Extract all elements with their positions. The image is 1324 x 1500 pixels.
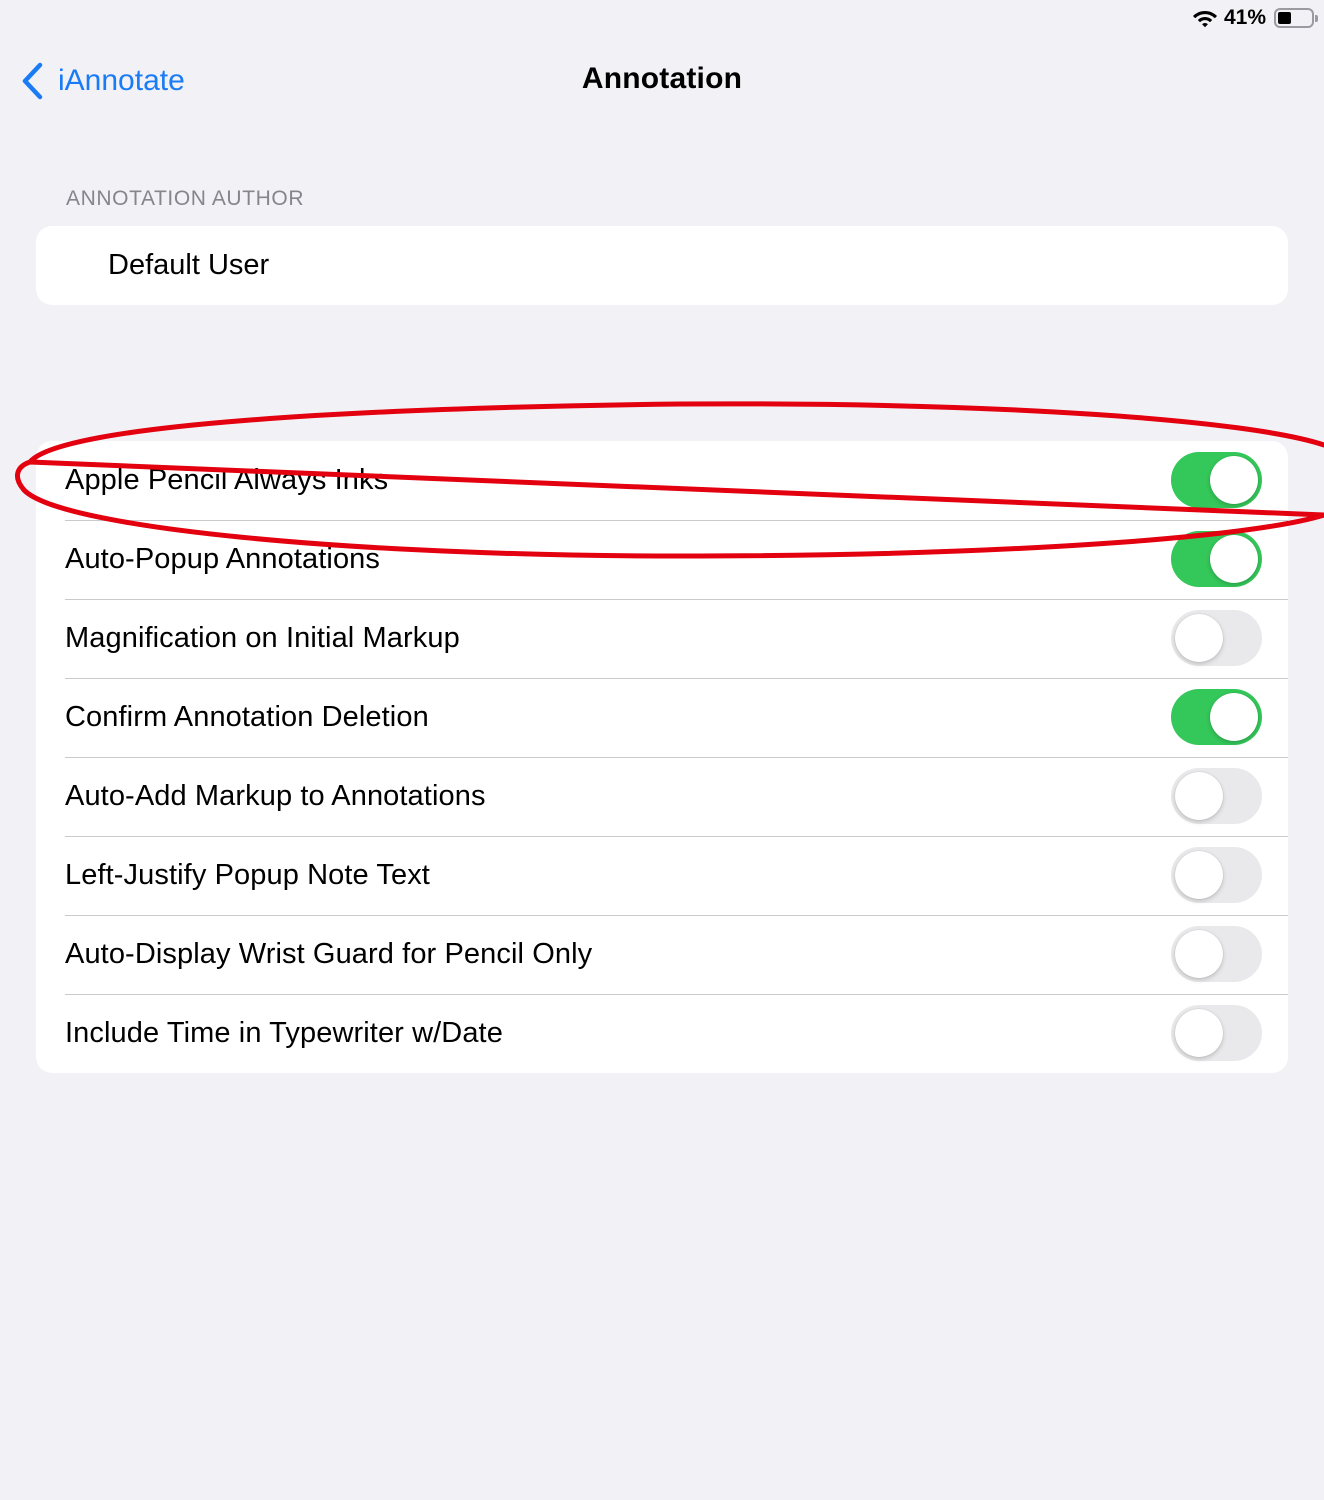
setting-label: Magnification on Initial Markup — [65, 622, 460, 654]
setting-label: Apple Pencil Always Inks — [65, 464, 389, 496]
setting-row: Apple Pencil Always Inks — [36, 441, 1288, 520]
toggle-switch[interactable] — [1171, 452, 1262, 508]
setting-label: Left-Justify Popup Note Text — [65, 859, 430, 891]
toggle-switch[interactable] — [1171, 610, 1262, 666]
toggle-knob — [1175, 772, 1223, 820]
toggle-switch[interactable] — [1171, 847, 1262, 903]
setting-label: Confirm Annotation Deletion — [65, 701, 429, 733]
settings-list: Apple Pencil Always Inks Auto-Popup Anno… — [36, 441, 1288, 1073]
section-header-annotation-author: ANNOTATION AUTHOR — [66, 187, 305, 210]
toggle-knob — [1175, 930, 1223, 978]
toggle-switch[interactable] — [1171, 1005, 1262, 1061]
wifi-icon — [1192, 8, 1218, 28]
setting-row: Auto-Add Markup to Annotations — [36, 757, 1288, 836]
setting-row: Auto-Popup Annotations — [36, 520, 1288, 599]
toggle-knob — [1175, 1009, 1223, 1057]
toggle-knob — [1210, 535, 1258, 583]
toggle-knob — [1175, 851, 1223, 899]
setting-label: Auto-Display Wrist Guard for Pencil Only — [65, 938, 593, 970]
setting-row: Magnification on Initial Markup — [36, 599, 1288, 678]
battery-percentage: 41% — [1223, 6, 1266, 29]
setting-row: Include Time in Typewriter w/Date — [36, 994, 1288, 1073]
toggle-knob — [1210, 456, 1258, 504]
setting-row: Confirm Annotation Deletion — [36, 678, 1288, 757]
page-title: Annotation — [581, 62, 743, 95]
battery-level-fill — [1278, 12, 1291, 24]
toggle-knob — [1210, 693, 1258, 741]
setting-label: Auto-Add Markup to Annotations — [65, 780, 486, 812]
status-bar: 41% — [1192, 4, 1318, 32]
toggle-switch[interactable] — [1171, 926, 1262, 982]
toggle-switch[interactable] — [1171, 531, 1262, 587]
toggle-switch[interactable] — [1171, 689, 1262, 745]
setting-label: Include Time in Typewriter w/Date — [65, 1017, 503, 1049]
toggle-switch[interactable] — [1171, 768, 1262, 824]
author-name-field[interactable]: Default User — [108, 226, 269, 305]
author-row[interactable]: Default User — [36, 226, 1288, 305]
setting-label: Auto-Popup Annotations — [65, 543, 380, 575]
setting-row: Left-Justify Popup Note Text — [36, 836, 1288, 915]
setting-row: Auto-Display Wrist Guard for Pencil Only — [36, 915, 1288, 994]
toggle-knob — [1175, 614, 1223, 662]
battery-icon — [1274, 8, 1318, 28]
